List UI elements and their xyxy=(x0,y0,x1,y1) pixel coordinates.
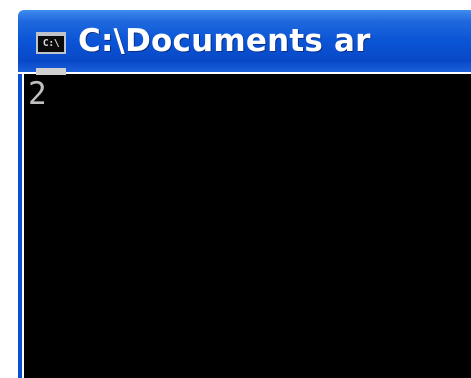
window-title: C:\Documents ar xyxy=(78,23,371,59)
console-window-icon[interactable]: C:\ xyxy=(36,32,66,54)
console-window: C:\ C:\Documents ar 2 xyxy=(0,0,471,378)
text-cursor-icon xyxy=(36,68,66,75)
console-text-line: 2 xyxy=(28,76,47,112)
console-output-area[interactable]: 2 xyxy=(22,74,471,378)
title-bar[interactable]: C:\ C:\Documents ar xyxy=(18,10,471,72)
